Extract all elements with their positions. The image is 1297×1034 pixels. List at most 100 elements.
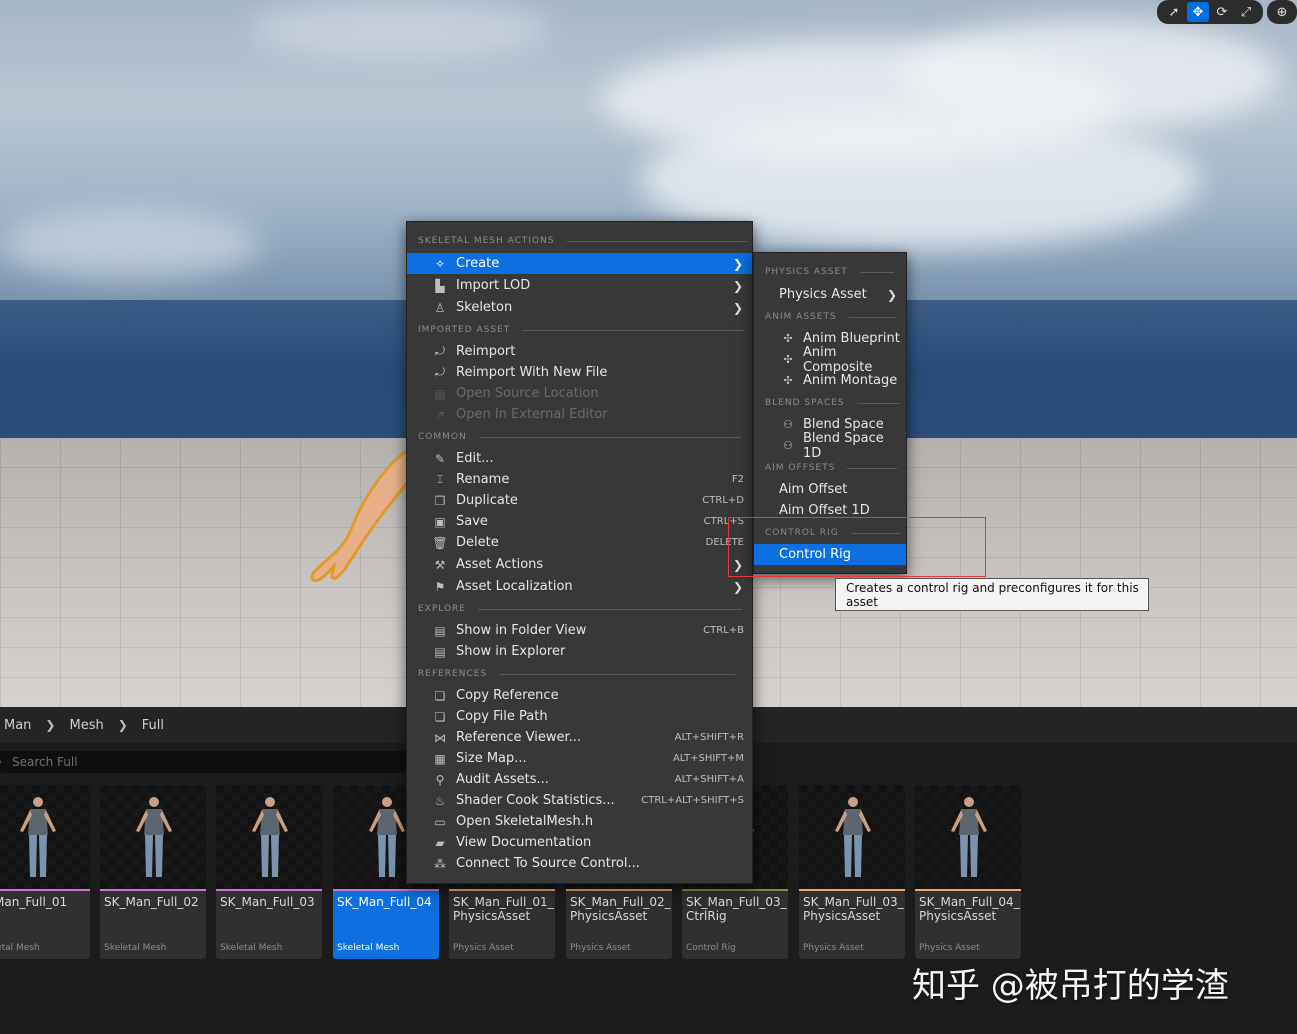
menu-item-edit[interactable]: ✎ Edit...: [407, 448, 752, 469]
menu-item-size-map[interactable]: ▦ Size Map... ALT+SHIFT+M: [407, 748, 752, 769]
asset-type-color-bar: [333, 889, 439, 891]
search-input[interactable]: ⌕ Search Full: [0, 751, 406, 773]
asset-name: SK_Man_Full_02: [104, 895, 199, 909]
asset-thumbnail: [216, 785, 322, 889]
folder-icon: ▤: [434, 386, 446, 401]
menu-item-reimport[interactable]: ⤾ Reimport: [407, 341, 752, 362]
menu-item-asset-localization[interactable]: ⚑ Asset Localization ❯: [407, 576, 752, 597]
menu-item-show-folder-view[interactable]: ▤ Show in Folder View CTRL+B: [407, 620, 752, 641]
asset-type-label: Physics Asset: [453, 943, 514, 953]
asset-type-label: Skeletal Mesh: [220, 943, 283, 953]
chevron-right-icon: ❯: [732, 278, 743, 293]
menu-item-reference-viewer[interactable]: ⋈ Reference Viewer... ALT+SHIFT+R: [407, 727, 752, 748]
asset-thumbnail: [915, 785, 1021, 889]
documentation-icon: ▰: [435, 835, 445, 850]
external-link-icon: ⇗: [434, 407, 446, 422]
asset-type-color-bar: [449, 889, 555, 891]
asset-thumbnail: [0, 785, 90, 889]
submenu-item-physics-asset[interactable]: Physics Asset ❯: [754, 284, 906, 305]
section-skeletal-mesh-actions: SKELETAL MESH ACTIONS: [418, 236, 747, 246]
menu-item-delete[interactable]: 🗑 Delete DELETE: [407, 532, 752, 553]
section-explore: EXPLORE: [418, 604, 742, 614]
import-lod-icon: ▙: [435, 278, 445, 293]
section-anim-assets: ANIM ASSETS: [765, 312, 897, 322]
asset-tile[interactable]: SK_Man_Full_02 Skeletal Mesh: [100, 785, 206, 959]
breadcrumb-man[interactable]: Man: [4, 718, 31, 733]
watermark: 知乎 @被吊打的学渣: [912, 966, 1229, 1006]
asset-tile[interactable]: _Man_Full_01eletal Mesh: [0, 785, 90, 959]
asset-tile[interactable]: SK_Man_Full_03_ PhysicsAsset Physics Asse…: [799, 785, 905, 959]
menu-item-reimport-new-file[interactable]: ⤾ Reimport With New File: [407, 362, 752, 383]
menu-item-import-lod[interactable]: ▙ Import LOD ❯: [407, 275, 752, 296]
menu-item-show-explorer[interactable]: ▤ Show in Explorer: [407, 641, 752, 662]
menu-item-create[interactable]: ✧ Create ❯: [407, 253, 752, 274]
menu-item-open-external-editor[interactable]: ⇗ Open In External Editor: [407, 404, 752, 425]
chevron-right-icon: ❯: [886, 287, 897, 302]
asset-type-label: Control Rig: [686, 943, 736, 953]
chevron-right-icon[interactable]: ❯: [45, 718, 55, 732]
character-figure-icon: [136, 797, 172, 877]
section-aim-offsets: AIM OFFSETS: [765, 463, 898, 473]
menu-item-view-documentation[interactable]: ▰ View Documentation: [407, 832, 752, 853]
source-control-icon: ⁂: [434, 856, 446, 871]
menu-item-duplicate[interactable]: ❐ Duplicate CTRL+D: [407, 490, 752, 511]
section-imported-asset: IMPORTED ASSET: [418, 325, 745, 335]
asset-name: _Man_Full_01: [0, 895, 68, 909]
reimport-icon: ⤾: [435, 344, 445, 358]
rotate-tool-icon[interactable]: ⟳: [1211, 2, 1233, 22]
audit-icon: ⚲: [435, 772, 445, 787]
chevron-right-icon[interactable]: ❯: [118, 718, 128, 732]
chevron-right-icon: ❯: [732, 579, 743, 594]
menu-item-shader-cook-statistics[interactable]: ♨ Shader Cook Statistics... CTRL+ALT+SHI…: [407, 790, 752, 811]
copy-icon: ❏: [434, 709, 446, 724]
menu-item-copy-reference[interactable]: ❏ Copy Reference: [407, 685, 752, 706]
menu-item-audit-assets[interactable]: ⚲ Audit Assets... ALT+SHIFT+A: [407, 769, 752, 790]
skeleton-icon: ♙: [434, 300, 446, 315]
submenu-item-aim-offset-1d[interactable]: Aim Offset 1D: [754, 500, 906, 521]
asset-name: SK_Man_Full_01_ PhysicsAsset: [453, 895, 554, 923]
section-control-rig: CONTROL RIG: [765, 528, 901, 538]
scale-tool-icon[interactable]: ⤢: [1235, 2, 1257, 22]
submenu-item-aim-offset[interactable]: Aim Offset: [754, 479, 906, 500]
character-figure-icon: [951, 797, 987, 877]
character-figure-icon: [20, 797, 56, 877]
folder-search-icon: ▤: [434, 644, 446, 659]
chevron-right-icon: ❯: [732, 256, 743, 271]
folder-search-icon: ▤: [434, 623, 446, 638]
asset-type-label: Physics Asset: [570, 943, 631, 953]
menu-item-open-source-location[interactable]: ▤ Open Source Location: [407, 383, 752, 404]
trash-icon: 🗑: [432, 535, 448, 550]
menu-item-asset-actions[interactable]: ⚒ Asset Actions ❯: [407, 554, 752, 575]
submenu-item-control-rig[interactable]: Control Rig: [754, 544, 906, 565]
viewport-toolbar: ➚ ✥ ⟳ ⤢ ⊕: [1157, 0, 1297, 24]
menu-item-save[interactable]: ▣ Save CTRL+S: [407, 511, 752, 532]
move-tool-icon[interactable]: ✥: [1187, 2, 1209, 22]
asset-thumbnail: [100, 785, 206, 889]
select-tool-icon[interactable]: ➚: [1163, 2, 1185, 22]
menu-item-copy-file-path[interactable]: ❏ Copy File Path: [407, 706, 752, 727]
asset-name: SK_Man_Full_03_ PhysicsAsset: [803, 895, 904, 923]
breadcrumb-mesh[interactable]: Mesh: [69, 718, 103, 733]
asset-tile[interactable]: SK_Man_Full_04_ PhysicsAsset Physics Asse…: [915, 785, 1021, 959]
character-arm: [310, 447, 412, 582]
submenu-item-anim-montage[interactable]: ✣ Anim Montage: [754, 370, 906, 391]
breadcrumb-full[interactable]: Full: [142, 718, 164, 733]
chevron-right-icon: ❯: [732, 300, 743, 315]
submenu-item-anim-composite[interactable]: ✣ Anim Composite: [754, 345, 906, 375]
size-map-icon: ▦: [434, 751, 446, 766]
asset-name: SK_Man_Full_04: [337, 895, 432, 909]
asset-context-menu: SKELETAL MESH ACTIONS ✧ Create ❯ ▙ Impor…: [406, 221, 753, 884]
submenu-item-blend-space-1d[interactable]: ⚇ Blend Space 1D: [754, 431, 906, 461]
menu-item-connect-source-control[interactable]: ⁂ Connect To Source Control...: [407, 853, 752, 874]
asset-tile[interactable]: SK_Man_Full_03 Skeletal Mesh: [216, 785, 322, 959]
asset-type-color-bar: [566, 889, 672, 891]
menu-item-rename[interactable]: ⌶ Rename F2: [407, 469, 752, 490]
blend-space-icon: ⚇: [783, 439, 793, 452]
menu-item-open-header[interactable]: ▭ Open SkeletalMesh.h: [407, 811, 752, 832]
search-icon: ⌕: [0, 755, 2, 769]
save-icon: ▣: [434, 514, 446, 529]
section-blend-spaces: BLEND SPACES: [765, 398, 899, 408]
menu-item-skeleton[interactable]: ♙ Skeleton ❯: [407, 297, 752, 318]
asset-type-label: Physics Asset: [803, 943, 864, 953]
globe-icon[interactable]: ⊕: [1271, 2, 1293, 22]
